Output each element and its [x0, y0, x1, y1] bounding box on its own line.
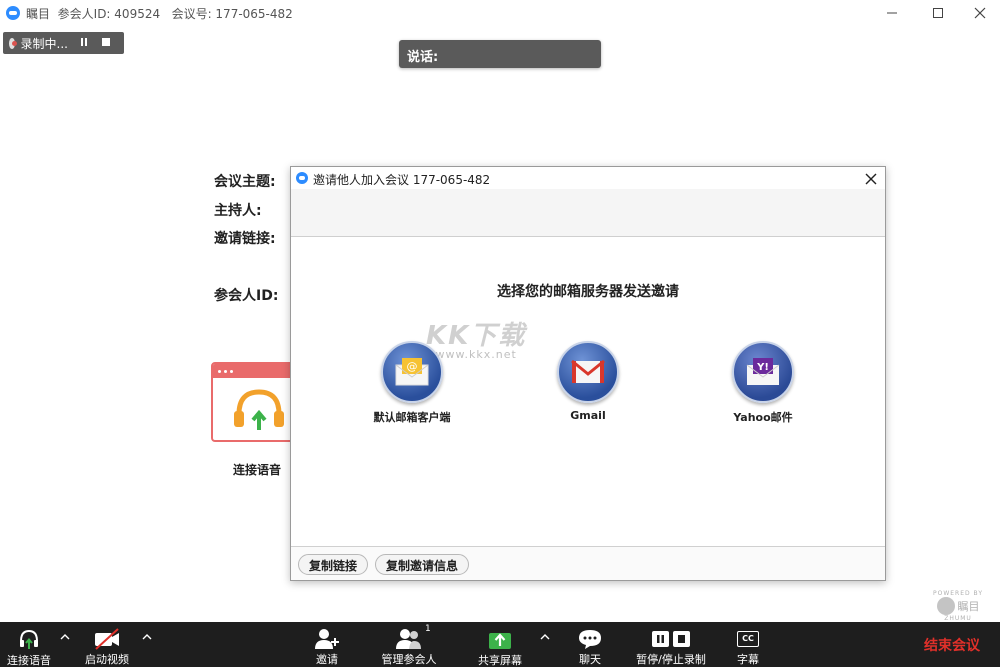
- audio-options-caret[interactable]: [60, 632, 70, 643]
- captions-label: 字幕: [737, 653, 759, 666]
- meeting-toolbar: 连接语音 启动视频 邀请 管理参会人 1 共享屏幕 聊天 暂停/停止录制 CC …: [0, 622, 1000, 667]
- powered-by-logo: POWERED BY 瞩目 ZHUMU: [926, 590, 990, 622]
- default-mail-icon: @: [381, 341, 443, 403]
- captions-button[interactable]: CC 字幕: [728, 622, 768, 667]
- chat-icon: [579, 629, 601, 649]
- captions-icon: CC: [737, 630, 759, 647]
- dialog-heading: 选择您的邮箱服务器发送邀请: [497, 284, 679, 300]
- yahoo-mail-option[interactable]: Y! Yahoo邮件: [703, 341, 823, 425]
- chevron-up-icon: [142, 634, 152, 640]
- video-off-icon: [95, 627, 119, 650]
- invite-link-label: 邀请链接:: [214, 231, 276, 247]
- end-meeting-button[interactable]: 结束会议: [924, 635, 980, 655]
- meeting-number: 会议号: 177-065-482: [171, 7, 293, 21]
- default-mail-label: 默认邮箱客户端: [373, 411, 451, 424]
- speaking-indicator: 说话:: [399, 40, 601, 68]
- captions-icon-text: CC: [742, 634, 754, 643]
- dialog-close-button[interactable]: [865, 168, 877, 189]
- start-video-label: 启动视频: [85, 653, 129, 666]
- svg-text:@: @: [407, 360, 418, 373]
- share-screen-icon: [489, 633, 511, 649]
- participant-id-label: 参会人ID:: [214, 288, 279, 304]
- pause-stop-recording-label: 暂停/停止录制: [636, 653, 706, 666]
- close-window-button[interactable]: [960, 0, 1000, 26]
- dialog-footer: 复制链接 复制邀请信息: [291, 546, 885, 580]
- app-logo-icon: [6, 6, 20, 20]
- recording-label: 录制中...: [20, 36, 68, 51]
- pause-icon: [81, 37, 87, 46]
- pause-stop-recording-button[interactable]: 暂停/停止录制: [626, 622, 716, 667]
- host-label: 主持人:: [214, 203, 262, 219]
- copy-link-button[interactable]: 复制链接: [298, 554, 369, 575]
- add-user-icon: [315, 628, 339, 649]
- dialog-titlebar: 邀请他人加入会议 177-065-482: [291, 167, 885, 189]
- window-titlebar: 瞩目 参会人ID: 409524 会议号: 177-065-482: [0, 0, 1000, 26]
- start-video-button[interactable]: 启动视频: [78, 622, 136, 667]
- share-options-caret[interactable]: [540, 632, 550, 643]
- participant-id: 参会人ID: 409524: [57, 7, 161, 21]
- record-control-icon: [652, 630, 690, 647]
- copy-invite-info-button[interactable]: 复制邀请信息: [375, 554, 470, 575]
- manage-participants-button[interactable]: 管理参会人: [374, 622, 444, 667]
- dialog-tab-band: [291, 189, 885, 237]
- invite-dialog: 邀请他人加入会议 177-065-482 选择您的邮箱服务器发送邀请 KK下载 …: [290, 166, 886, 581]
- minimize-button[interactable]: [872, 0, 912, 26]
- app-name: 瞩目: [26, 7, 51, 21]
- gmail-icon: [557, 341, 619, 403]
- close-icon: [974, 7, 986, 19]
- recording-indicator: 录制中...: [3, 32, 124, 54]
- chat-button[interactable]: 聊天: [570, 622, 610, 667]
- svg-text:Y!: Y!: [756, 362, 769, 373]
- maximize-button[interactable]: [918, 0, 958, 26]
- manage-participants-label: 管理参会人: [381, 653, 437, 666]
- video-options-caret[interactable]: [142, 632, 152, 643]
- stop-icon: [102, 37, 110, 46]
- window-title: 瞩目 参会人ID: 409524 会议号: 177-065-482: [26, 5, 293, 22]
- chevron-up-icon: [60, 634, 70, 640]
- powered-by-text: POWERED BY: [932, 590, 983, 597]
- default-mail-option[interactable]: @ 默认邮箱客户端: [352, 341, 472, 425]
- brand-logo-icon: [936, 597, 955, 615]
- yahoo-mail-label: Yahoo邮件: [733, 411, 793, 424]
- invite-button[interactable]: 邀请: [307, 622, 347, 667]
- join-audio-label: 连接语音: [7, 654, 51, 667]
- yahoo-mail-icon: Y!: [732, 341, 794, 403]
- join-audio-label: 连接语音: [233, 463, 282, 477]
- headset-icon: [234, 389, 284, 430]
- headset-icon: [20, 629, 38, 649]
- share-screen-button[interactable]: 共享屏幕: [472, 622, 528, 667]
- close-icon: [865, 173, 877, 185]
- card-header: [213, 364, 299, 378]
- chat-label: 聊天: [579, 653, 601, 666]
- dialog-title: 邀请他人加入会议 177-065-482: [313, 173, 491, 187]
- invite-label: 邀请: [316, 653, 338, 666]
- stop-recording-button[interactable]: [102, 37, 110, 49]
- maximize-icon: [933, 8, 943, 18]
- minimize-icon: [887, 12, 897, 14]
- participants-icon: [396, 628, 421, 649]
- speaking-label: 说话:: [407, 50, 439, 65]
- gmail-label: Gmail: [570, 409, 606, 422]
- join-audio-button[interactable]: 连接语音: [2, 622, 56, 667]
- share-screen-label: 共享屏幕: [478, 654, 522, 667]
- join-audio-card[interactable]: [211, 362, 301, 442]
- brand-name: 瞩目: [957, 600, 980, 613]
- meeting-topic-label: 会议主题:: [214, 174, 276, 190]
- app-logo-icon: [296, 172, 308, 184]
- record-dot-icon: [9, 37, 17, 49]
- pause-recording-button[interactable]: [80, 37, 88, 49]
- participant-count-badge: 1: [425, 624, 431, 634]
- gmail-option[interactable]: Gmail: [528, 341, 648, 422]
- chevron-up-icon: [540, 634, 550, 640]
- brand-name-en: ZHUMU: [944, 615, 972, 622]
